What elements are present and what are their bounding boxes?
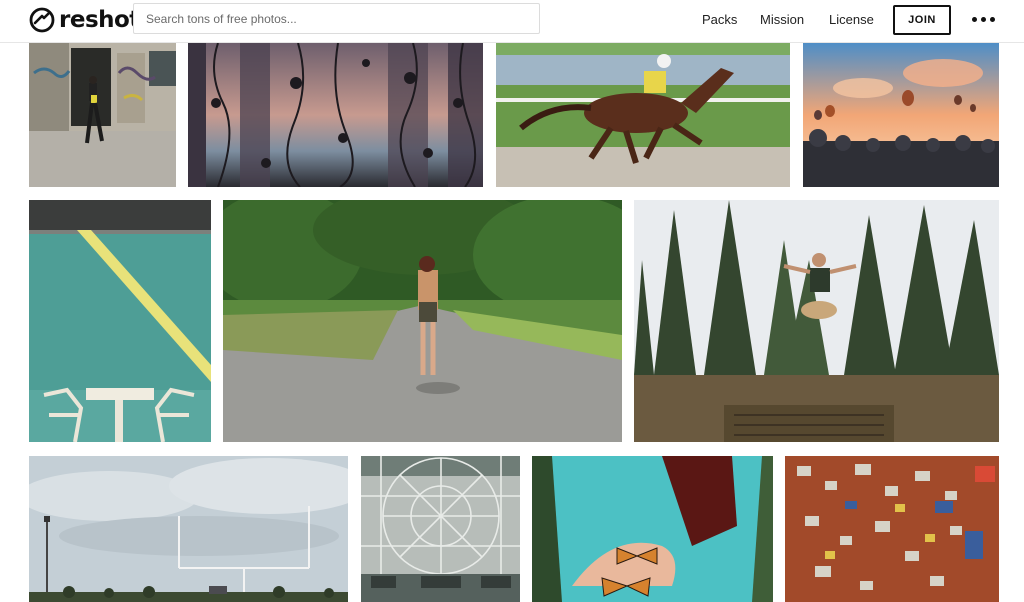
hot-air-balloons-crowd-photo[interactable] bbox=[803, 43, 999, 187]
man-jumping-trees-photo[interactable] bbox=[634, 200, 999, 442]
horse-racing-photo[interactable] bbox=[496, 43, 790, 187]
reshot-logo-icon bbox=[29, 7, 55, 33]
floral-curtain-sunset-photo[interactable] bbox=[188, 43, 483, 187]
graffiti-street-photo[interactable] bbox=[29, 43, 176, 187]
teal-wall-cafe-chairs-photo[interactable] bbox=[29, 200, 211, 442]
woman-on-forked-path-photo[interactable] bbox=[223, 200, 622, 442]
nav-link-license[interactable]: License bbox=[829, 12, 874, 27]
nav-link-packs[interactable]: Packs bbox=[702, 12, 737, 27]
ferris-wheel-structure-photo[interactable] bbox=[361, 456, 520, 602]
search-input[interactable] bbox=[133, 3, 540, 34]
top-nav-bar: reshot Packs Mission License JOIN bbox=[0, 0, 1024, 43]
butterflies-in-hands-photo[interactable] bbox=[532, 456, 773, 602]
more-dots-icon[interactable] bbox=[972, 15, 996, 25]
football-goalpost-field-photo[interactable] bbox=[29, 456, 348, 602]
jigsaw-puzzle-pieces-photo[interactable] bbox=[785, 456, 999, 602]
join-button[interactable]: JOIN bbox=[893, 5, 951, 35]
nav-link-mission[interactable]: Mission bbox=[760, 12, 804, 27]
brand-name: reshot bbox=[59, 7, 140, 33]
brand-logo[interactable]: reshot bbox=[29, 6, 140, 34]
